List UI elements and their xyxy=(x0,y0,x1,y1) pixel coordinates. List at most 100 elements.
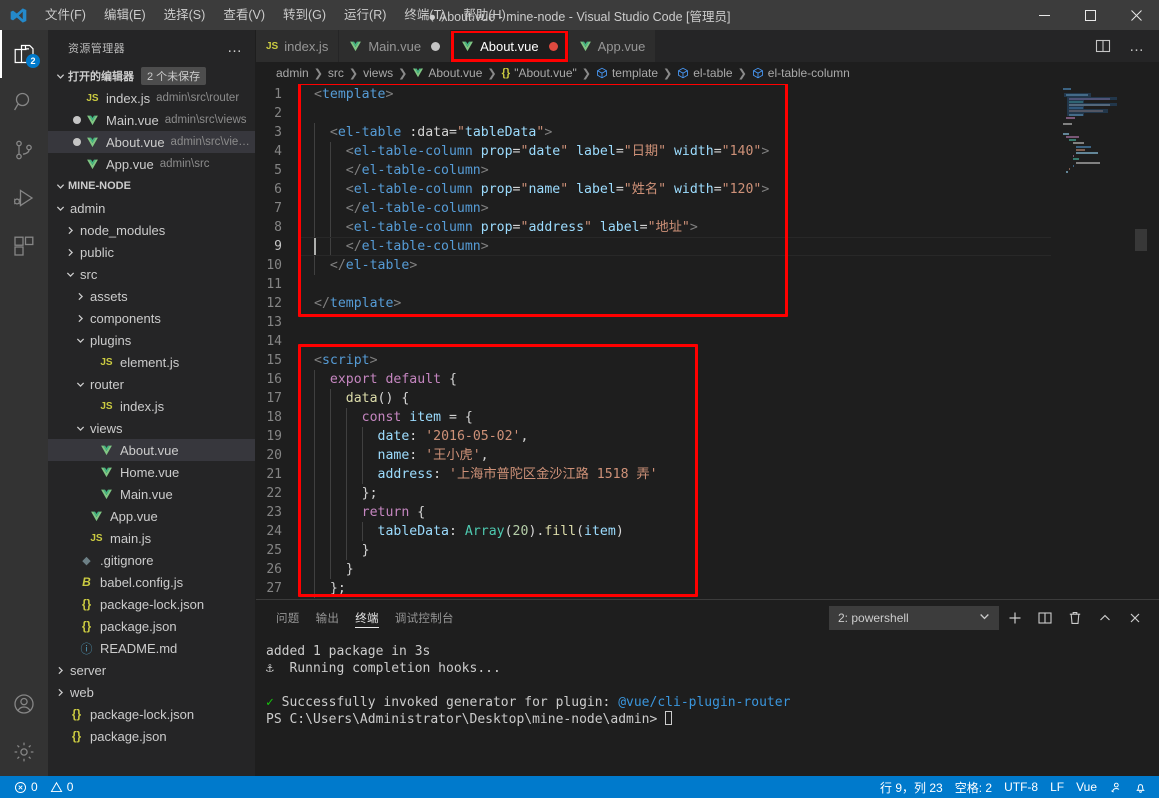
menu-3[interactable]: 查看(V) xyxy=(214,0,274,30)
status-language-mode[interactable]: Vue xyxy=(1070,776,1103,798)
code-line[interactable]: 12 </template> xyxy=(256,294,1051,313)
tree-folder[interactable]: server xyxy=(48,659,255,681)
tree-file[interactable]: JS element.js xyxy=(48,351,255,373)
tab-index.js[interactable]: JSindex.js xyxy=(256,30,339,62)
tree-folder[interactable]: plugins xyxy=(48,329,255,351)
breadcrumb-item[interactable]: src xyxy=(328,66,344,80)
activitybar-manage-gear-icon[interactable] xyxy=(0,728,48,776)
code-line[interactable]: 20 name: '王小虎', xyxy=(256,446,1051,465)
unsaved-dot[interactable] xyxy=(70,116,84,124)
kill-terminal-icon[interactable] xyxy=(1061,604,1089,632)
panel-tab-调试控制台[interactable]: 调试控制台 xyxy=(395,600,454,635)
tree-folder[interactable]: assets xyxy=(48,285,255,307)
code-line[interactable]: 22 }; xyxy=(256,484,1051,503)
minimize-icon[interactable] xyxy=(1021,0,1067,30)
workspace-section-header[interactable]: MINE-NODE xyxy=(48,175,255,197)
open-editor-item[interactable]: App.vue admin\src xyxy=(48,153,255,175)
tree-folder[interactable]: public xyxy=(48,241,255,263)
code-line[interactable]: 4 <el-table-column prop="date" label="日期… xyxy=(256,142,1051,161)
code-line[interactable]: 19 date: '2016-05-02', xyxy=(256,427,1051,446)
split-terminal-icon[interactable] xyxy=(1031,604,1059,632)
open-editor-item[interactable]: About.vue admin\src\vie… xyxy=(48,131,255,153)
panel-tab-终端[interactable]: 终端 xyxy=(355,600,379,635)
tree-file[interactable]: Home.vue xyxy=(48,461,255,483)
code-line[interactable]: 14 xyxy=(256,332,1051,351)
tab-unsaved-dot[interactable] xyxy=(431,42,440,51)
tree-folder[interactable]: admin xyxy=(48,197,255,219)
maximize-panel-icon[interactable] xyxy=(1091,604,1119,632)
code-line[interactable]: 23 return { xyxy=(256,503,1051,522)
breadcrumb-item[interactable]: el-table xyxy=(677,66,732,80)
tab-About.vue[interactable]: About.vue xyxy=(451,30,569,62)
editor-scrollbar[interactable] xyxy=(1145,84,1159,599)
open-editor-item[interactable]: Main.vue admin\src\views xyxy=(48,109,255,131)
code-line[interactable]: 1 <template> xyxy=(256,85,1051,104)
terminal-output[interactable]: added 1 package in 3s⚓ Running completio… xyxy=(256,635,1159,776)
more-actions-icon[interactable]: … xyxy=(1123,31,1151,61)
activitybar-run-and-debug[interactable] xyxy=(0,174,48,222)
tab-unsaved-dot[interactable] xyxy=(549,42,558,51)
code-line[interactable]: 26 } xyxy=(256,560,1051,579)
minimap-slider[interactable] xyxy=(1135,229,1147,251)
code-line[interactable]: 7 </el-table-column> xyxy=(256,199,1051,218)
code-line[interactable]: 24 tableData: Array(20).fill(item) xyxy=(256,522,1051,541)
code-line[interactable]: 5 </el-table-column> xyxy=(256,161,1051,180)
menu-5[interactable]: 运行(R) xyxy=(335,0,395,30)
code-line[interactable]: 6 <el-table-column prop="name" label="姓名… xyxy=(256,180,1051,199)
activitybar-extensions[interactable] xyxy=(0,222,48,270)
code-line[interactable]: 8 <el-table-column prop="address" label=… xyxy=(256,218,1051,237)
activitybar-search[interactable] xyxy=(0,78,48,126)
status-encoding[interactable]: UTF-8 xyxy=(998,776,1044,798)
tree-file[interactable]: About.vue xyxy=(48,439,255,461)
code-line[interactable]: 9 </el-table-column> xyxy=(256,237,1051,256)
code-line[interactable]: 10 </el-table> xyxy=(256,256,1051,275)
code-editor[interactable]: 1 <template> 2 3 <el-table :data="tableD… xyxy=(256,84,1159,599)
panel-tab-问题[interactable]: 问题 xyxy=(276,600,300,635)
status-eol[interactable]: LF xyxy=(1044,776,1070,798)
open-editors-section-header[interactable]: 打开的编辑器 2 个未保存 xyxy=(48,65,255,87)
code-line[interactable]: 3 <el-table :data="tableData"> xyxy=(256,123,1051,142)
maximize-icon[interactable] xyxy=(1067,0,1113,30)
status-errors[interactable]: 0 xyxy=(8,776,44,798)
tree-folder[interactable]: views xyxy=(48,417,255,439)
tree-file[interactable]: ◆ .gitignore xyxy=(48,549,255,571)
menu-1[interactable]: 编辑(E) xyxy=(95,0,155,30)
code-line[interactable]: 17 data() { xyxy=(256,389,1051,408)
status-notifications[interactable] xyxy=(1128,776,1153,798)
tab-App.vue[interactable]: App.vue xyxy=(569,30,657,62)
close-icon[interactable] xyxy=(1113,0,1159,30)
tree-file[interactable]: {} package-lock.json xyxy=(48,593,255,615)
status-warnings[interactable]: 0 xyxy=(44,776,80,798)
code-line[interactable]: 18 const item = { xyxy=(256,408,1051,427)
terminal-link[interactable]: @vue/cli-plugin-router xyxy=(618,695,790,710)
code-text-area[interactable]: 1 <template> 2 3 <el-table :data="tableD… xyxy=(256,84,1051,599)
activitybar-source-control[interactable] xyxy=(0,126,48,174)
tab-Main.vue[interactable]: Main.vue xyxy=(339,30,451,62)
code-line[interactable]: 21 address: '上海市普陀区金沙江路 1518 弄' xyxy=(256,465,1051,484)
tree-folder[interactable]: src xyxy=(48,263,255,285)
new-terminal-icon[interactable] xyxy=(1001,604,1029,632)
code-line[interactable]: 11 xyxy=(256,275,1051,294)
status-indentation[interactable]: 空格: 2 xyxy=(949,776,998,798)
menu-7[interactable]: 帮助(H) xyxy=(454,0,514,30)
code-line[interactable]: 2 xyxy=(256,104,1051,123)
status-cursor-position[interactable]: 行 9，列 23 xyxy=(874,776,949,798)
menu-6[interactable]: 终端(T) xyxy=(395,0,454,30)
breadcrumb-item[interactable]: el-table-column xyxy=(752,66,850,80)
activitybar-explorer[interactable]: 2 xyxy=(0,30,48,78)
terminal-selector[interactable]: 2: powershell xyxy=(829,606,999,630)
unsaved-dot[interactable] xyxy=(70,138,84,146)
menu-2[interactable]: 选择(S) xyxy=(155,0,215,30)
tree-file[interactable]: {} package.json xyxy=(48,615,255,637)
tree-folder[interactable]: components xyxy=(48,307,255,329)
open-editor-item[interactable]: JS index.js admin\src\router xyxy=(48,87,255,109)
sidebar-more-actions-icon[interactable]: … xyxy=(227,39,249,56)
close-panel-icon[interactable] xyxy=(1121,604,1149,632)
tree-file[interactable]: {} package-lock.json xyxy=(48,703,255,725)
minimap[interactable] xyxy=(1051,84,1159,599)
split-editor-icon[interactable] xyxy=(1089,31,1117,61)
code-line[interactable]: 13 xyxy=(256,313,1051,332)
code-line[interactable]: 25 } xyxy=(256,541,1051,560)
code-line[interactable]: 15 <script> xyxy=(256,351,1051,370)
breadcrumb-item[interactable]: views xyxy=(363,66,393,80)
